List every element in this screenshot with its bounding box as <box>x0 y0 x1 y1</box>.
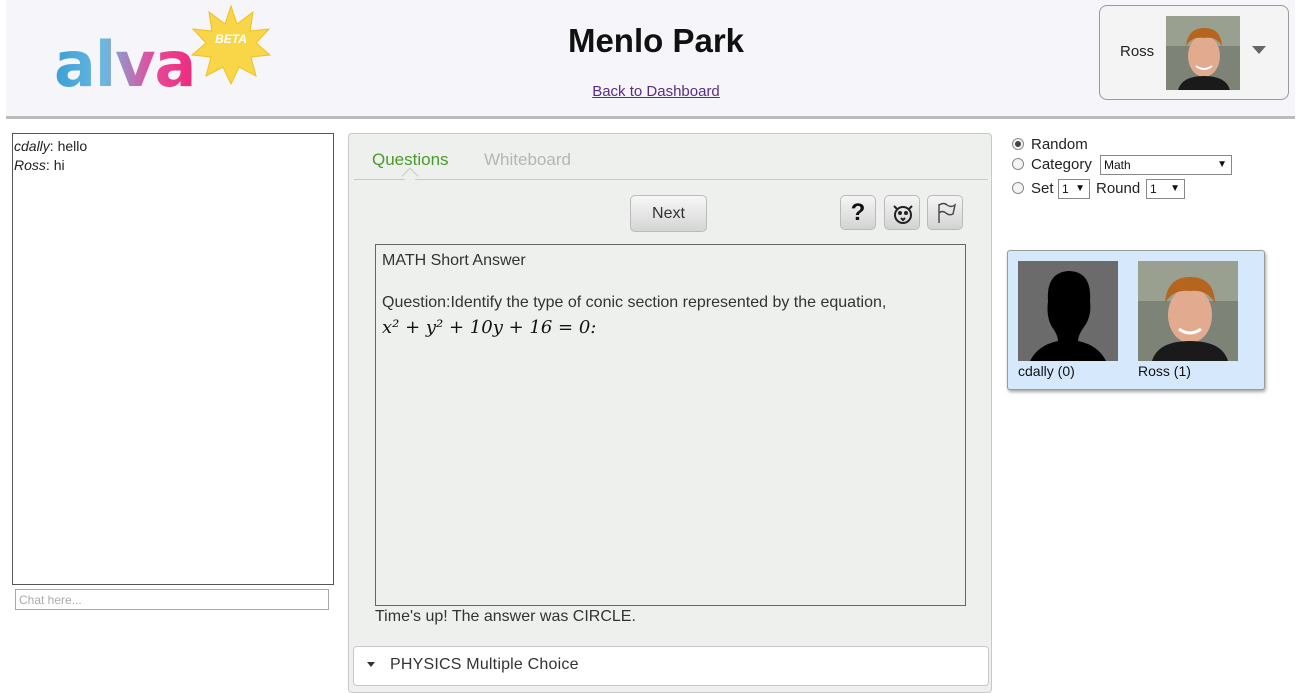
header: alva BETA Menlo Park Back to Dashboard R… <box>6 0 1295 119</box>
option-category[interactable]: Category Math ▼ <box>1010 155 1280 175</box>
category-value: Math <box>1104 158 1131 172</box>
question-equation: x² + y² + 10y + 16 = 0: <box>382 317 597 338</box>
chat-input[interactable] <box>15 589 329 610</box>
select-arrow-icon: ▼ <box>1170 183 1180 194</box>
active-tab-pointer <box>401 167 419 185</box>
chat-username: Ross <box>14 157 46 173</box>
round-label: Round <box>1096 180 1141 197</box>
beta-badge: BETA <box>190 4 272 86</box>
answer-message: Time's up! The answer was CIRCLE. <box>375 608 636 625</box>
category-radio[interactable] <box>1012 158 1024 170</box>
question-text: Question:Identify the type of conic sect… <box>382 294 887 311</box>
tab-bar: Questions Whiteboard <box>354 134 988 185</box>
alva-logo[interactable]: alva BETA <box>54 4 284 106</box>
owl-button[interactable] <box>884 195 920 230</box>
question-mark-icon: ? <box>850 199 866 226</box>
back-to-dashboard-link[interactable]: Back to Dashboard <box>506 83 806 100</box>
default-avatar <box>1018 261 1118 361</box>
select-arrow-icon: ▼ <box>1217 159 1227 170</box>
set-radio[interactable] <box>1012 182 1024 194</box>
question-panel: Questions Whiteboard Next ? MATH Short A… <box>348 133 992 693</box>
page-title: Menlo Park <box>567 22 745 59</box>
select-arrow-icon: ▼ <box>1075 183 1085 194</box>
logo-text: alva <box>54 28 196 101</box>
category-select[interactable]: Math ▼ <box>1100 155 1232 175</box>
flag-icon <box>938 202 957 223</box>
player-name: cdally (0) <box>1018 363 1075 379</box>
players-panel: cdally (0) Ross (1) <box>1007 250 1265 390</box>
avatar <box>1166 16 1240 90</box>
next-button[interactable]: Next <box>630 195 707 232</box>
help-button[interactable]: ? <box>840 195 876 230</box>
user-name: Ross <box>1120 43 1155 60</box>
question-category: MATH Short Answer <box>382 252 526 269</box>
user-menu[interactable]: Ross <box>1099 5 1289 100</box>
question-box: MATH Short Answer Question:Identify the … <box>375 244 966 606</box>
tab-whiteboard[interactable]: Whiteboard <box>484 150 571 170</box>
chat-username: cdally <box>14 138 50 154</box>
category-label: Category <box>1031 156 1092 173</box>
option-set[interactable]: Set 1 ▼ Round 1 ▼ <box>1010 179 1280 199</box>
next-question-label: PHYSICS Multiple Choice <box>390 656 579 673</box>
round-select[interactable]: 1 ▼ <box>1146 179 1185 199</box>
chevron-down-icon[interactable] <box>1252 46 1266 54</box>
flag-button[interactable] <box>927 195 963 230</box>
player-card: Ross (1) <box>1138 261 1238 379</box>
chat-text: hi <box>53 157 65 173</box>
chat-text: hello <box>57 138 88 154</box>
round-value: 1 <box>1150 182 1157 196</box>
set-label: Set <box>1031 180 1054 197</box>
random-label: Random <box>1031 136 1088 153</box>
caret-down-icon <box>367 662 375 667</box>
chat-message: Ross: hi <box>14 157 65 173</box>
set-select[interactable]: 1 ▼ <box>1058 179 1090 199</box>
player-card: cdally (0) <box>1018 261 1118 379</box>
beta-label: BETA <box>215 32 247 46</box>
chat-log: cdally: hello Ross: hi <box>12 133 334 585</box>
owl-icon <box>893 205 913 224</box>
player-name: Ross (1) <box>1138 363 1191 379</box>
avatar <box>1138 261 1238 361</box>
next-question-header[interactable]: PHYSICS Multiple Choice <box>353 646 989 686</box>
chat-message: cdally: hello <box>14 138 88 154</box>
set-value: 1 <box>1062 182 1069 196</box>
random-radio[interactable] <box>1012 138 1024 150</box>
